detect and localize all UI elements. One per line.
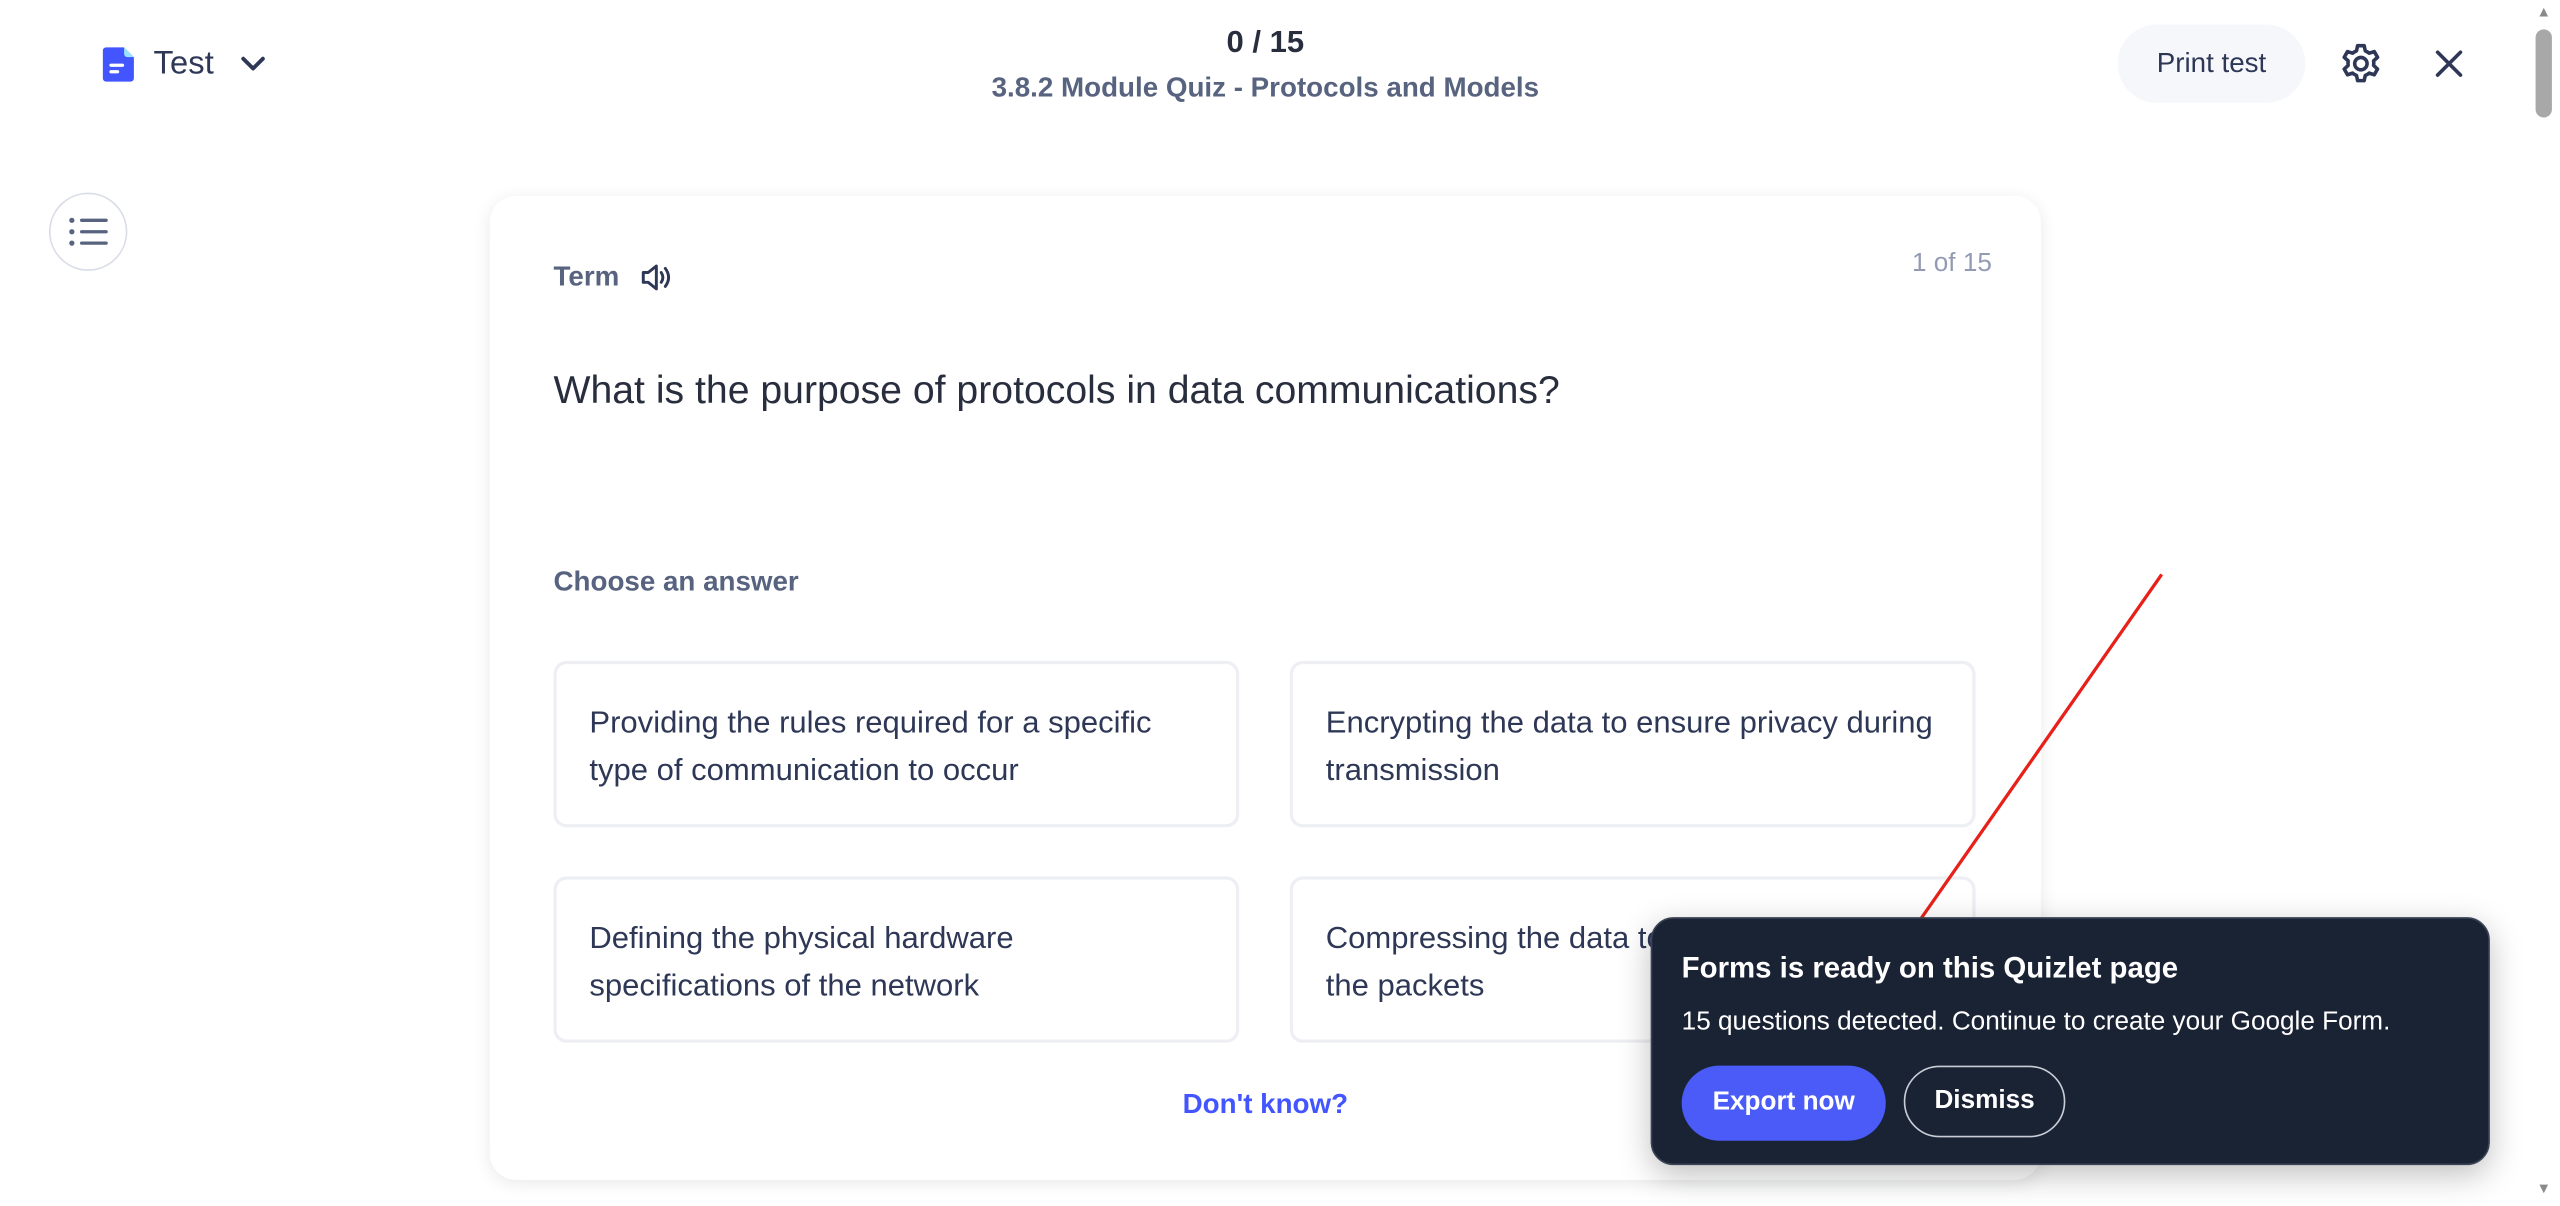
document-icon [102,47,134,82]
question-text: What is the purpose of protocols in data… [553,368,1560,413]
progress-count: 0 / 15 [1226,26,1305,61]
scrollbar-thumb[interactable] [2535,29,2552,118]
close-button[interactable] [2421,36,2477,91]
popup-message: 15 questions detected. Continue to creat… [1681,1008,2391,1037]
study-mode-label: Test [153,44,215,81]
speaker-button[interactable] [639,259,675,295]
gear-icon [2342,43,2380,83]
print-test-button[interactable]: Print test [2117,24,2306,103]
list-icon [69,217,108,246]
question-list-toggle[interactable] [48,192,128,271]
scroll-up-arrow-icon[interactable]: ▲ [2534,3,2554,19]
scroll-down-arrow-icon[interactable]: ▼ [2534,1180,2554,1196]
answer-option-2[interactable]: Encrypting the data to ensure privacy du… [1289,660,1976,828]
chevron-down-icon [241,56,265,71]
study-mode-switcher[interactable]: Test [101,39,269,88]
answer-option-3[interactable]: Defining the physical hardware specifica… [553,876,1240,1043]
term-row: Term [553,259,674,295]
dismiss-button[interactable]: Dismiss [1903,1065,2066,1138]
export-now-button[interactable]: Export now [1681,1065,1886,1141]
close-icon [2435,50,2463,77]
popup-title: Forms is ready on this Quizlet page [1681,951,2179,985]
term-label: Term [553,261,620,293]
forms-export-popup: Forms is ready on this Quizlet page 15 q… [1650,917,2490,1166]
question-counter: 1 of 15 [1911,249,1992,278]
app-window: Test 0 / 15 3.8.2 Module Quiz - Protocol… [0,0,2560,1206]
choose-answer-label: Choose an answer [553,566,799,598]
settings-button[interactable] [2333,36,2389,91]
answer-option-1[interactable]: Providing the rules required for a speci… [553,660,1240,828]
set-title: 3.8.2 Module Quiz - Protocols and Models [991,71,1540,103]
page-scrollbar[interactable]: ▲ ▼ [2527,0,2560,1206]
header-center: 0 / 15 3.8.2 Module Quiz - Protocols and… [939,24,1592,106]
speaker-icon [642,264,671,291]
